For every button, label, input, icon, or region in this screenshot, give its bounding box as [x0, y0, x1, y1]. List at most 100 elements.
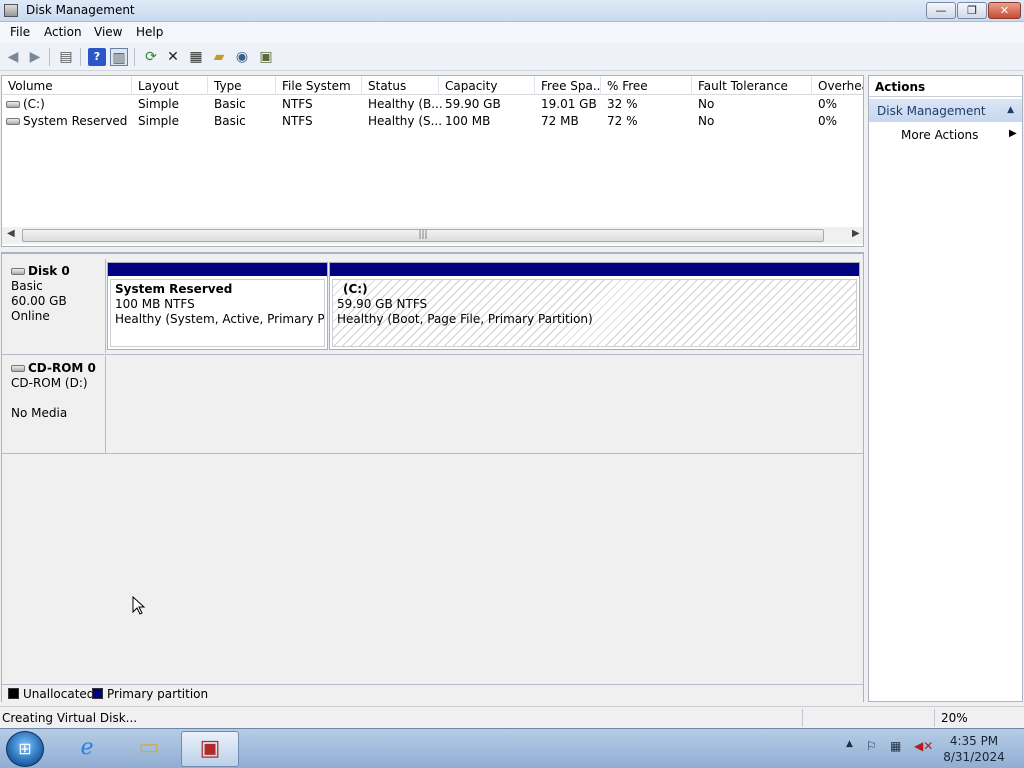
minimize-button[interactable]: —	[926, 2, 956, 19]
scroll-right-icon[interactable]: ▶	[852, 228, 860, 239]
overhead-cell: 0%	[818, 97, 838, 111]
hard-disk-icon	[11, 268, 25, 275]
status-bar: Creating Virtual Disk... 20%	[0, 706, 1024, 728]
partition-c-drive[interactable]: (C:) 59.90 GB NTFS Healthy (Boot, Page F…	[329, 262, 860, 350]
volume-muted-icon[interactable]: ◀✕	[914, 739, 933, 753]
partition-size: 59.90 GB NTFS	[337, 297, 428, 311]
forward-arrow-icon[interactable]: ▶	[26, 48, 44, 66]
internet-explorer-icon[interactable]: ℯ	[58, 731, 116, 767]
primary-partition-swatch	[92, 688, 103, 699]
maximize-button[interactable]: ❐	[957, 2, 987, 19]
disk-state: No Media	[11, 406, 68, 420]
primary-partition-bar	[108, 263, 327, 276]
toolbar-separator	[134, 48, 135, 66]
refresh-icon[interactable]: ⟳	[142, 48, 160, 66]
action-center-flag-icon[interactable]: ⚐	[866, 739, 877, 753]
show-hide-tree-icon[interactable]: ▤	[57, 48, 75, 66]
back-arrow-icon[interactable]: ◀	[4, 48, 22, 66]
column-header-overhead[interactable]: Overhead	[812, 76, 863, 95]
column-header-file-system[interactable]: File System	[276, 76, 362, 95]
column-header-volume[interactable]: Volume	[2, 76, 132, 95]
start-button[interactable]: ⊞	[6, 731, 44, 767]
percent-free-cell: 72 %	[607, 114, 638, 128]
show-hidden-icons-icon[interactable]: ▲	[846, 739, 853, 749]
cdrom-0-label[interactable]: CD-ROM 0 CD-ROM (D:) No Media	[3, 356, 106, 454]
disk-size: 60.00 GB	[11, 294, 67, 308]
legend: Unallocated Primary partition	[2, 684, 863, 702]
volume-row[interactable]: System Reserved Simple Basic NTFS Health…	[2, 113, 863, 130]
menu-help[interactable]: Help	[136, 25, 163, 39]
cd-drive-icon	[11, 365, 25, 372]
more-actions-link[interactable]: More Actions	[901, 128, 978, 142]
actions-section-disk-management[interactable]: Disk Management ▲	[869, 99, 1022, 122]
volume-name: (C:)	[23, 97, 45, 111]
volume-list: Volume Layout Type File System Status Ca…	[1, 75, 864, 247]
column-header-capacity[interactable]: Capacity	[439, 76, 535, 95]
partition-name: System Reserved	[115, 282, 233, 296]
capacity-cell: 100 MB	[445, 114, 491, 128]
partition-size: 100 MB NTFS	[115, 297, 195, 311]
primary-partition-bar	[330, 263, 859, 276]
explore-icon[interactable]: ◉	[233, 48, 251, 66]
delete-icon[interactable]: ✕	[164, 48, 182, 66]
windows-explorer-icon[interactable]: ▭	[120, 731, 178, 767]
close-button[interactable]: ✕	[988, 2, 1021, 19]
disk-type: Basic	[11, 279, 43, 293]
open-icon[interactable]: ▰	[210, 48, 228, 66]
status-divider	[802, 709, 803, 727]
type-cell: Basic	[214, 97, 246, 111]
column-header-percent-free[interactable]: % Free	[601, 76, 692, 95]
disk-0-label[interactable]: Disk 0 Basic 60.00 GB Online	[3, 259, 106, 353]
partition-body: (C:) 59.90 GB NTFS Healthy (Boot, Page F…	[332, 279, 857, 347]
submenu-arrow-icon[interactable]: ▶	[1009, 128, 1017, 139]
partition-status: Healthy (Boot, Page File, Primary Partit…	[337, 312, 593, 326]
clock-date: 8/31/2024	[943, 750, 1005, 764]
column-header-type[interactable]: Type	[208, 76, 276, 95]
disk-name: CD-ROM 0	[28, 361, 96, 375]
title-bar: Disk Management — ❐ ✕	[0, 0, 1024, 22]
legend-primary-partition: Primary partition	[107, 687, 209, 701]
menu-view[interactable]: View	[94, 25, 122, 39]
free-space-cell: 72 MB	[541, 114, 579, 128]
disk-type: CD-ROM (D:)	[11, 376, 88, 390]
menu-action[interactable]: Action	[44, 25, 82, 39]
horizontal-scrollbar[interactable]: ◀ ||| ▶	[2, 227, 863, 244]
column-header-free-space[interactable]: Free Spa...	[535, 76, 601, 95]
column-header-fault-tolerance[interactable]: Fault Tolerance	[692, 76, 812, 95]
fault-tolerance-cell: No	[698, 114, 715, 128]
system-clock[interactable]: 4:35 PM 8/31/2024	[932, 733, 1016, 765]
network-icon[interactable]: ▦	[890, 739, 901, 753]
type-cell: Basic	[214, 114, 246, 128]
column-header-layout[interactable]: Layout	[132, 76, 208, 95]
menu-bar: File Action View Help	[0, 22, 1024, 43]
menu-file[interactable]: File	[10, 25, 30, 39]
toolbar: ◀ ▶ ▤ ? ▥ ⟳ ✕ ▦ ▰ ◉ ▣	[0, 43, 1024, 71]
computer-management-taskbar-icon[interactable]: ▣	[181, 731, 239, 767]
status-divider	[934, 709, 935, 727]
disk-row-divider	[2, 354, 863, 355]
disk-row-divider	[2, 453, 863, 454]
disk-graphical-view: Disk 0 Basic 60.00 GB Online System Rese…	[1, 252, 864, 702]
properties-icon[interactable]: ▦	[187, 48, 205, 66]
collapse-arrow-icon[interactable]: ▲	[1007, 105, 1014, 115]
column-header-status[interactable]: Status	[362, 76, 439, 95]
volume-name: System Reserved	[23, 114, 128, 128]
disk-name: Disk 0	[28, 264, 70, 278]
actions-header: Actions	[869, 76, 1022, 97]
window-title: Disk Management	[26, 3, 135, 17]
overhead-cell: 0%	[818, 114, 838, 128]
file-system-cell: NTFS	[282, 114, 313, 128]
rescan-icon[interactable]: ▣	[257, 48, 275, 66]
fault-tolerance-cell: No	[698, 97, 715, 111]
taskbar: ⊞ ℯ ▭ ▣ ▲ ⚐ ▦ ◀✕ 4:35 PM 8/31/2024	[0, 728, 1024, 768]
scroll-left-icon[interactable]: ◀	[7, 228, 15, 239]
scrollbar-thumb[interactable]: |||	[22, 229, 824, 242]
volume-name-cell: System Reserved	[6, 114, 127, 128]
show-hide-action-pane-icon[interactable]: ▥	[110, 48, 128, 66]
toolbar-separator	[49, 48, 50, 66]
capacity-cell: 59.90 GB	[445, 97, 501, 111]
volume-list-header: Volume Layout Type File System Status Ca…	[2, 76, 863, 95]
partition-system-reserved[interactable]: System Reserved 100 MB NTFS Healthy (Sys…	[107, 262, 328, 350]
help-icon[interactable]: ?	[88, 48, 106, 66]
volume-row[interactable]: (C:) Simple Basic NTFS Healthy (B... 59.…	[2, 96, 863, 113]
